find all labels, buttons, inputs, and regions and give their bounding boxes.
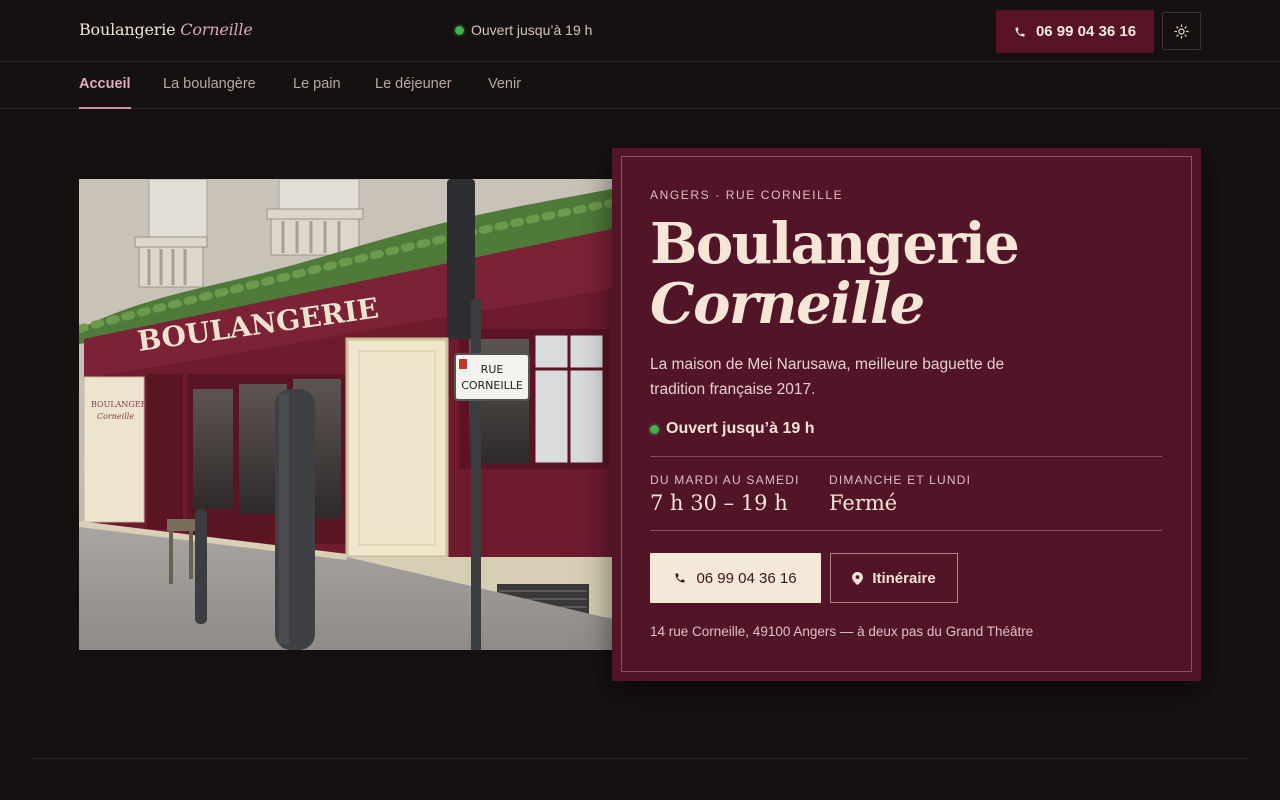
brand-name-accent: Corneille <box>180 20 253 39</box>
window-text-1: BOULANGERIE <box>91 400 156 409</box>
storefront-illustration: BOULANGERIE BOULANGERIE Corneille RUE CO… <box>79 179 612 650</box>
main-nav: Accueil La boulangère Le pain Le déjeune… <box>0 62 1280 109</box>
window-text-2: Corneille <box>97 412 134 421</box>
brand-name: Boulangerie <box>79 20 176 39</box>
nav-item-la-boulangere[interactable]: La boulangère <box>163 76 256 109</box>
title-italic: Corneille <box>650 271 925 337</box>
phone-icon <box>675 573 685 583</box>
directions-label: Itinéraire <box>872 569 936 587</box>
opening-status-text: Ouvert jusqu’à 19 h <box>471 22 593 38</box>
map-pin-icon <box>852 571 864 585</box>
storefront-photo: BOULANGERIE BOULANGERIE Corneille RUE CO… <box>79 179 612 650</box>
call-button-label: 06 99 04 36 16 <box>1035 23 1137 40</box>
page-title: Boulangerie Corneille <box>650 211 1020 337</box>
phone-icon <box>1015 27 1025 36</box>
sun-icon <box>1174 23 1189 39</box>
hours-label-weekdays: DU MARDI AU SAMEDI <box>650 473 800 487</box>
open-status-dot-icon <box>455 25 464 35</box>
hours-value-weekdays: 7 h 30 – 19 h <box>650 491 788 515</box>
hours-label-closed-days: DIMANCHE ET LUNDI <box>829 473 972 487</box>
opening-status: Ouvert jusqu’à 19 h <box>455 22 592 38</box>
street-sign-line2: CORNEILLE <box>461 379 523 392</box>
card-opening-status: Ouvert jusqu’à 19 h <box>650 420 814 438</box>
directions-button[interactable]: Itinéraire <box>830 553 958 603</box>
location-eyebrow: ANGERS · RUE CORNEILLE <box>650 188 844 202</box>
title-main: Boulangerie <box>650 211 1020 277</box>
footer-divider <box>32 758 1248 759</box>
brand-logo[interactable]: Boulangerie Corneille <box>79 20 253 39</box>
bakery-info-card: ANGERS · RUE CORNEILLE Boulangerie Corne… <box>612 148 1201 681</box>
call-phone-button[interactable]: 06 99 04 36 16 <box>650 553 821 603</box>
divider <box>650 530 1162 531</box>
nav-item-accueil[interactable]: Accueil <box>79 76 131 109</box>
divider <box>650 456 1162 457</box>
hours-value-closed-days: Fermé <box>829 491 898 515</box>
nav-item-venir[interactable]: Venir <box>488 76 521 109</box>
nav-item-le-dejeuner[interactable]: Le déjeuner <box>375 76 452 109</box>
call-button[interactable]: 06 99 04 36 16 <box>996 10 1154 53</box>
street-sign-line1: RUE <box>481 363 504 376</box>
nav-item-le-pain[interactable]: Le pain <box>293 76 341 109</box>
street-address: 14 rue Corneille, 49100 Angers — à deux … <box>650 624 1034 639</box>
theme-toggle-button[interactable] <box>1162 12 1201 50</box>
open-status-dot-icon <box>650 424 659 434</box>
call-phone-label: 06 99 04 36 16 <box>696 569 797 587</box>
bakery-description: La maison de Mei Narusawa, meilleure bag… <box>650 356 1005 398</box>
card-opening-status-text: Ouvert jusqu’à 19 h <box>666 420 815 437</box>
site-header: Boulangerie Corneille Ouvert jusqu’à 19 … <box>0 0 1280 62</box>
